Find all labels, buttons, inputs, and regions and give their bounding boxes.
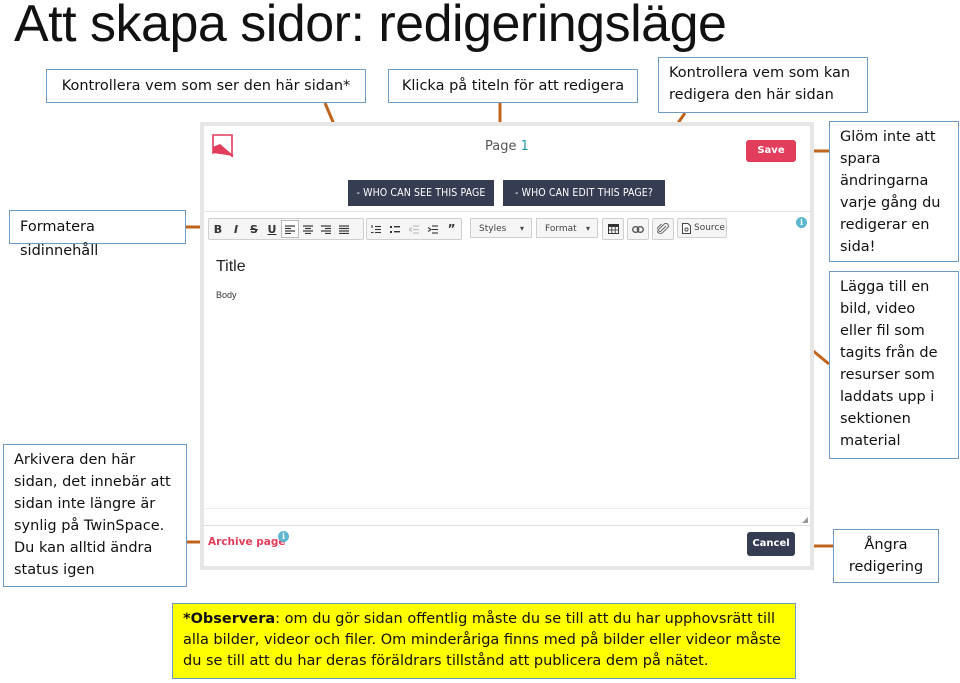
note-bold-prefix: *Observera [183, 611, 276, 627]
chevron-down-icon: ▾ [585, 224, 590, 233]
content-editable-area[interactable]: Title Body [204, 246, 810, 508]
link-button[interactable] [627, 218, 649, 240]
align-left-icon [285, 224, 295, 234]
content-body[interactable]: Body [216, 290, 237, 300]
editor-toolbar: B I S U ” Styles ▾ Format ▾ Source i [204, 211, 810, 247]
blockquote-icon: ” [447, 222, 456, 236]
archive-page-link[interactable]: Archive page [208, 536, 285, 548]
align-center-button[interactable] [299, 220, 317, 238]
indent-button[interactable] [424, 220, 442, 238]
styles-dropdown-label: Styles [479, 224, 507, 234]
callout-who-sees: Kontrollera vem som ser den här sidan* [46, 69, 366, 103]
table-button[interactable] [602, 218, 624, 240]
numbered-list-button[interactable] [367, 220, 385, 238]
italic-button[interactable]: I [227, 220, 245, 238]
source-label: Source [694, 223, 725, 233]
attach-resource-button[interactable] [652, 218, 674, 240]
page-editor: Page 1 Save - WHO CAN SEE THIS PAGE - WH… [204, 126, 810, 566]
slide-title: Att skapa sidor: redigeringsläge [14, 0, 727, 53]
toolbar-group-text: B I S U [208, 218, 364, 240]
styles-dropdown[interactable]: Styles ▾ [470, 218, 532, 238]
align-left-button[interactable] [281, 220, 299, 238]
blockquote-button[interactable]: ” [443, 220, 461, 238]
who-can-see-button[interactable]: - WHO CAN SEE THIS PAGE [348, 180, 494, 206]
align-center-icon [303, 224, 313, 234]
toolbar-group-lists: ” [366, 218, 462, 240]
page-number: 1 [520, 139, 529, 154]
numbered-list-icon [371, 224, 382, 233]
underline-button[interactable]: U [263, 220, 281, 238]
callout-undo: Ångra redigering [833, 529, 939, 583]
page-title-prefix: Page [485, 139, 521, 154]
copyright-note: *Observera: om du gör sidan offentlig må… [172, 603, 796, 679]
justify-button[interactable] [335, 220, 353, 238]
bold-button[interactable]: B [209, 220, 227, 238]
bullet-list-button[interactable] [386, 220, 404, 238]
callout-who-edits: Kontrollera vem som kan redigera den här… [658, 57, 868, 113]
resize-grip-icon[interactable] [802, 517, 808, 523]
table-icon [607, 224, 619, 234]
indent-icon [427, 224, 438, 234]
save-button[interactable]: Save [746, 140, 796, 162]
paperclip-icon [657, 223, 669, 234]
source-icon [682, 222, 691, 234]
link-icon [632, 225, 644, 233]
content-title[interactable]: Title [216, 258, 246, 276]
outdent-icon [408, 224, 419, 234]
align-right-button[interactable] [317, 220, 335, 238]
callout-archive: Arkivera den här sidan, det innebär att … [3, 444, 187, 587]
info-icon[interactable]: i [796, 217, 807, 228]
strikethrough-button[interactable]: S [245, 220, 263, 238]
cancel-button[interactable]: Cancel [747, 532, 795, 556]
who-can-edit-button[interactable]: - WHO CAN EDIT THIS PAGE? [503, 180, 665, 206]
callout-attach: Lägga till en bild, video eller fil som … [829, 271, 959, 459]
chevron-down-icon: ▾ [519, 224, 524, 233]
page-title[interactable]: Page 1 [204, 139, 810, 154]
callout-format: Formatera sidinnehåll [9, 210, 186, 259]
source-button[interactable]: Source [677, 218, 727, 238]
justify-icon [339, 224, 349, 234]
outdent-button[interactable] [405, 220, 423, 238]
archive-info-icon[interactable]: i [278, 531, 289, 542]
callout-save-reminder: Glöm inte att spara ändringarna varje gå… [829, 121, 959, 262]
format-dropdown[interactable]: Format ▾ [536, 218, 598, 238]
align-right-icon [321, 224, 331, 234]
editor-resize-bar [204, 508, 810, 526]
bullet-list-icon [390, 225, 401, 233]
format-dropdown-label: Format [545, 224, 577, 234]
callout-click-title: Klicka på titeln för att redigera [388, 69, 638, 103]
